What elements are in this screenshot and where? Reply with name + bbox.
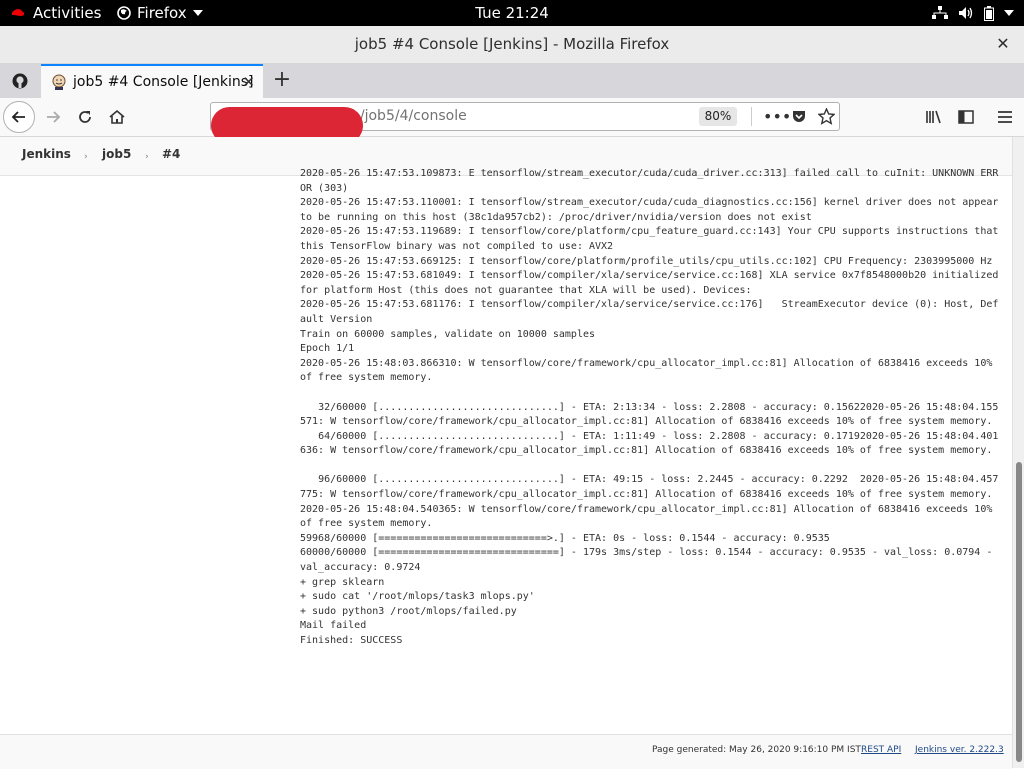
back-button[interactable] [3,101,35,133]
pocket-icon[interactable] [791,109,807,125]
battery-icon [984,5,994,21]
system-tray[interactable] [932,0,1014,26]
page-actions-icon[interactable]: ••• [763,103,791,130]
sidebar-button[interactable] [954,105,978,129]
app-menu-firefox[interactable]: Firefox [117,0,203,26]
chevron-down-icon [192,10,203,16]
console-line: 59968/60000 [===========================… [300,532,830,544]
console-line: + grep sklearn [300,576,385,588]
page-scrollbar[interactable] [1012,137,1024,768]
activities-button[interactable]: Activities [10,0,101,26]
sidebar-icon [958,110,974,124]
console-line: 2020-05-26 15:48:04.540365: W tensorflow… [300,503,999,530]
rest-api-link[interactable]: REST API [861,745,901,755]
clock[interactable]: Tue 21:24 [475,4,549,22]
app-menu-label: Firefox [137,4,187,22]
chevron-down-icon [1004,10,1014,16]
new-tab-button[interactable]: + [270,68,294,92]
zoom-indicator[interactable]: 80% [699,107,737,126]
library-icon [926,110,941,124]
jenkins-icon [52,74,66,90]
console-line: 2020-05-26 15:47:53.109873: E tensorflow… [300,168,999,194]
chevron-right-icon: › [145,152,149,162]
github-icon [12,73,28,89]
firefox-icon [117,6,131,20]
home-icon [109,109,125,124]
console-line: 2020-05-26 15:47:53.110001: I tensorflow… [300,197,1005,223]
breadcrumb-jenkins[interactable]: Jenkins [22,137,71,171]
console-line: Finished: SUCCESS [300,635,403,646]
activities-label: Activities [33,4,102,22]
breadcrumb-job5[interactable]: job5 [102,137,131,171]
console-line: Train on 60000 samples, validate on 1000… [300,328,596,340]
arrow-right-icon [47,111,61,123]
reload-button[interactable] [73,105,97,129]
arrow-left-icon [11,111,25,123]
home-button[interactable] [105,105,129,129]
console-line: 96/60000 [..............................… [300,474,999,501]
console-line: Mail failed [300,620,367,632]
star-icon[interactable] [818,108,835,125]
close-tab-icon[interactable]: ✕ [242,73,255,91]
forward-button[interactable] [41,105,65,129]
side-panel [0,176,290,732]
page-generated-text: Page generated: May 26, 2020 9:16:10 PM … [652,745,861,755]
volume-icon [959,7,973,19]
url-text[interactable]: b/job5/4/console [351,103,467,130]
menu-button[interactable] [993,105,1017,129]
tab-strip: job5 #4 Console [Jenkins] ✕ + [0,64,1024,98]
page-footer: Page generated: May 26, 2020 9:16:10 PM … [0,734,1012,769]
console-line: 60000/60000 [===========================… [300,547,999,574]
breadcrumb-build-4[interactable]: #4 [162,137,180,171]
gnome-top-bar: Activities Firefox Tue 21:24 [0,0,1024,26]
tab-jenkins-console[interactable]: job5 #4 Console [Jenkins] ✕ [41,64,263,98]
console-line: 32/60000 [..............................… [300,401,999,428]
address-bar[interactable]: b/job5/4/console 80% ••• [210,102,840,144]
console-line: Epoch 1/1 [300,343,355,355]
library-button[interactable] [922,105,946,129]
console-line: 2020-05-26 15:47:53.119689: I tensorflow… [300,226,1005,252]
console-line: 64/60000 [..............................… [300,430,999,457]
window-title: job5 #4 Console [Jenkins] - Mozilla Fire… [354,35,670,53]
tab-label: job5 #4 Console [Jenkins] [73,74,254,90]
navigation-bar: b/job5/4/console 80% ••• [0,98,1024,144]
console-line: 2020-05-26 15:47:53.669125: I tensorflow… [300,255,993,267]
reload-icon [79,111,91,123]
console-line: + sudo cat '/root/mlops/task3 mlops.py' [300,591,535,603]
pinned-tab-github[interactable] [0,64,40,98]
console-line: 2020-05-26 15:48:03.866310: W tensorflow… [300,357,999,384]
redhat-logo-icon [11,9,25,16]
window-title-bar: job5 #4 Console [Jenkins] - Mozilla Fire… [0,26,1024,64]
hamburger-menu-icon [998,111,1012,123]
jenkins-version-link[interactable]: Jenkins ver. 2.222.3 [915,745,1004,755]
console-line: 2020-05-26 15:47:53.681049: I tensorflow… [300,270,1005,296]
console-output: 2020-05-26 15:47:53.109873: E tensorflow… [300,167,1000,649]
chevron-right-icon: › [84,152,88,162]
url-separator [751,107,752,126]
console-line: 2020-05-26 15:47:53.681176: I tensorflow… [300,299,999,325]
console-line: + sudo python3 /root/mlops/failed.py [300,605,517,617]
network-icon [932,6,948,19]
scrollbar-thumb[interactable] [1016,462,1022,762]
close-window-button[interactable]: ✕ [994,35,1012,53]
